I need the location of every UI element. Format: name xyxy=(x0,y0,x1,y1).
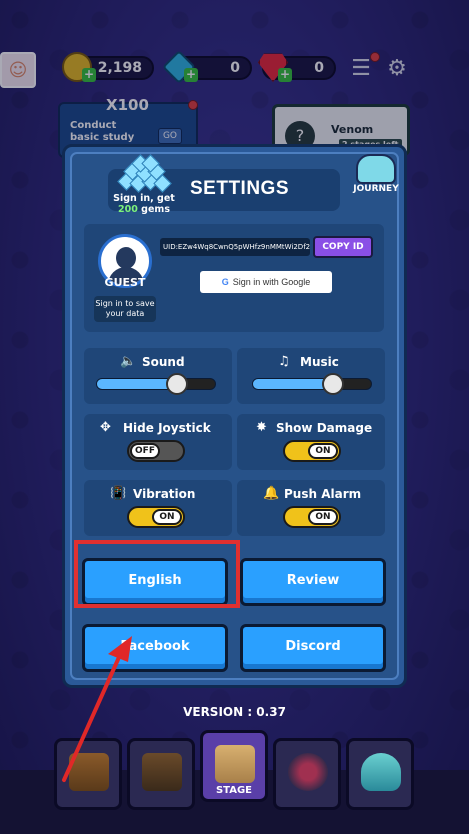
annotation-arrow xyxy=(62,636,132,782)
